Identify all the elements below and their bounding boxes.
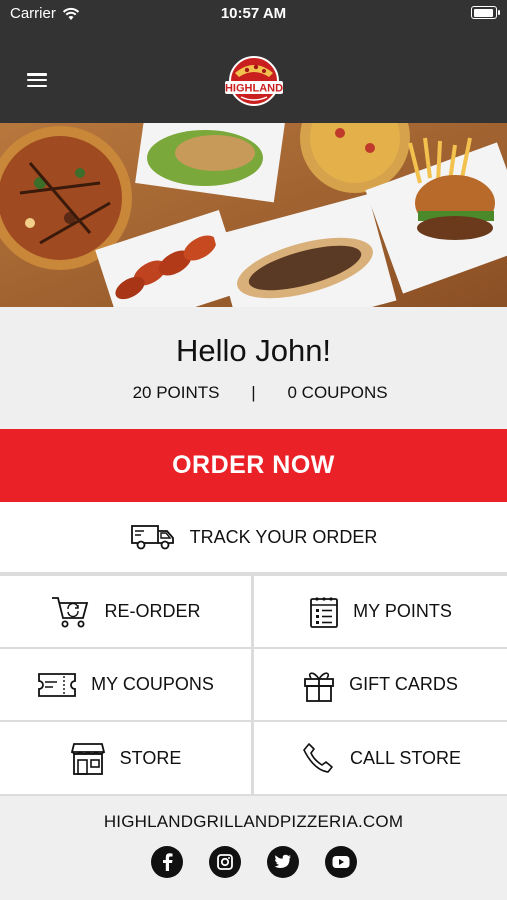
my-coupons-label: MY COUPONS [91,674,214,694]
reorder-label: RE-ORDER [104,601,201,621]
storefront-icon [70,743,105,775]
phone-icon [303,743,333,773]
call-store-label: CALL STORE [349,747,462,768]
coupons-count[interactable]: 0 COUPONS [258,383,458,403]
battery-icon [471,6,500,19]
my-coupons-button[interactable]: MY COUPONS [0,649,251,720]
status-bar: Carrier 10:57 AM [0,0,507,28]
food-photo [0,123,507,307]
app-header: Carrier 10:57 AM HIGHLAND [0,0,507,123]
track-order-label: TRACK YOUR ORDER [189,526,378,547]
store-button[interactable]: STORE [0,722,251,794]
order-now-button[interactable]: ORDER NOW [0,429,507,502]
quick-actions-grid: RE-ORDER MY POINTS MY COUPONS GIFT CARDS [0,574,507,794]
rewards-summary: 20 POINTS | 0 COUPONS [0,383,507,403]
call-store-button[interactable]: CALL STORE [254,722,507,794]
reorder-button[interactable]: RE-ORDER [0,576,251,647]
logo-text: HIGHLAND [225,83,283,95]
facebook-icon[interactable] [150,846,183,878]
track-order-button[interactable]: TRACK YOUR ORDER [0,502,507,574]
instagram-icon[interactable] [208,846,241,878]
highland-logo[interactable]: HIGHLAND [223,55,285,107]
hero-food-image [0,123,507,307]
gift-box-icon [304,671,335,702]
website-link[interactable]: HIGHLANDGRILLANDPIZZERIA.COM [0,812,507,832]
points-count[interactable]: 20 POINTS [50,383,250,403]
my-points-button[interactable]: MY POINTS [254,576,507,647]
hamburger-menu-button[interactable] [24,68,50,92]
delivery-truck-icon [130,525,174,550]
coupon-ticket-icon [38,672,77,697]
status-time: 10:57 AM [220,5,287,22]
points-card-icon [310,596,339,628]
gift-cards-button[interactable]: GIFT CARDS [254,649,507,720]
footer: HIGHLANDGRILLANDPIZZERIA.COM [0,794,507,900]
gift-cards-label: GIFT CARDS [349,674,458,694]
store-label: STORE [119,747,182,768]
greeting-title: Hello John! [175,333,332,368]
greeting-panel: Hello John! 20 POINTS | 0 COUPONS [0,307,507,429]
my-points-label: MY POINTS [353,601,452,621]
twitter-icon[interactable] [266,846,299,878]
social-links [0,846,507,878]
stats-separator: | [251,383,256,402]
cart-reorder-icon [52,596,89,627]
youtube-icon[interactable] [324,846,357,878]
